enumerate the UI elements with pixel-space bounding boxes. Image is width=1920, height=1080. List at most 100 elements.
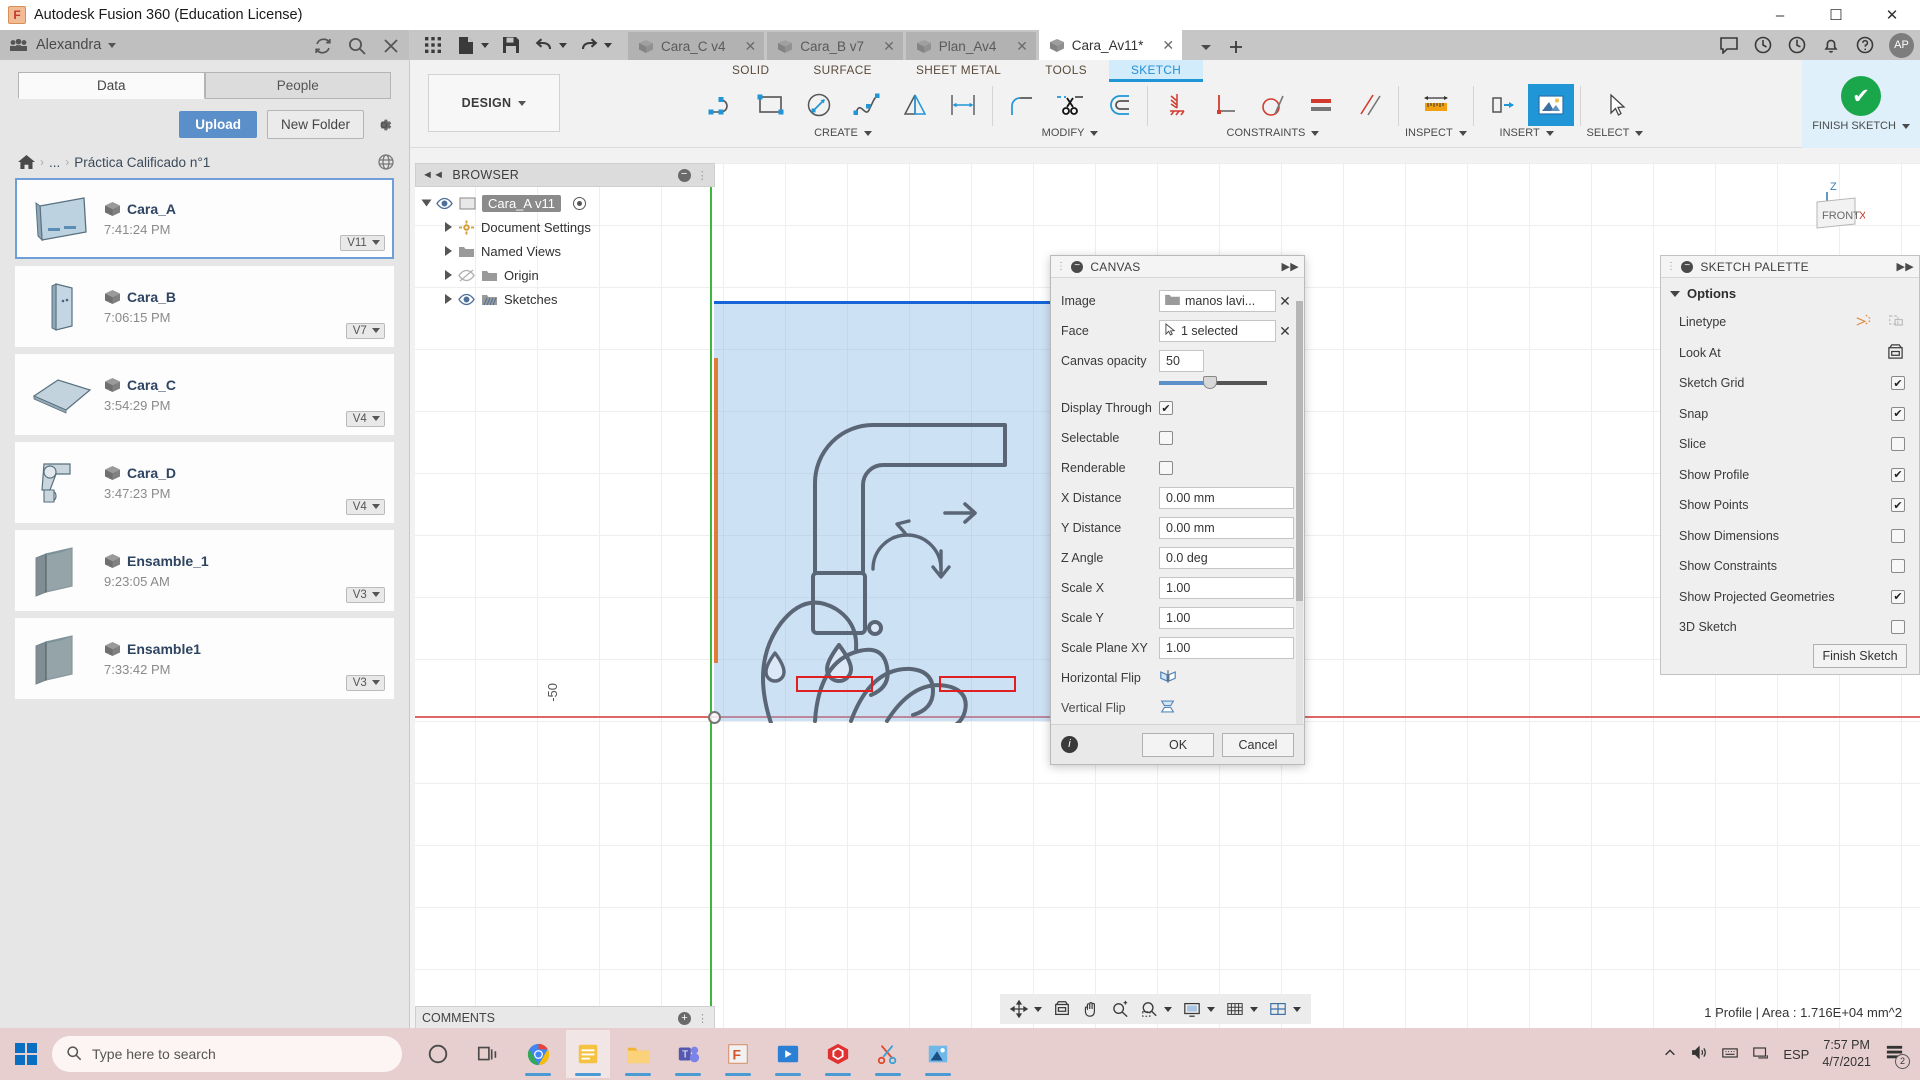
close-icon[interactable]: ✕ <box>733 38 757 55</box>
group-label-select[interactable]: SELECT <box>1587 127 1644 139</box>
line-icon[interactable] <box>700 84 746 126</box>
sketch-palette-options-header[interactable]: Options <box>1661 278 1919 307</box>
gear-icon[interactable] <box>374 115 394 135</box>
selectable-checkbox[interactable] <box>1159 431 1173 445</box>
z-angle-input[interactable]: 0.0 deg <box>1159 547 1294 569</box>
slider-knob[interactable] <box>1203 376 1217 389</box>
notifications-icon[interactable]: 2 <box>1884 1043 1910 1069</box>
group-label-finish-sketch[interactable]: FINISH SKETCH <box>1812 120 1910 132</box>
add-comment-icon[interactable]: + <box>678 1011 691 1025</box>
slice-checkbox[interactable] <box>1891 437 1905 452</box>
orbit-chevron-icon[interactable] <box>1034 1006 1042 1012</box>
help-clock-icon[interactable] <box>1781 31 1813 59</box>
tangent-icon[interactable] <box>1250 84 1296 126</box>
snap-checkbox[interactable]: ✔ <box>1891 406 1905 421</box>
grid-icon[interactable] <box>418 32 448 58</box>
finish-sketch-button[interactable]: Finish Sketch <box>1813 644 1907 668</box>
ok-button[interactable]: OK <box>1142 732 1214 757</box>
network-icon[interactable] <box>1752 1045 1770 1063</box>
workspace-switcher[interactable]: DESIGN <box>428 74 560 132</box>
expand-triangle-icon[interactable] <box>445 222 452 232</box>
zoom-icon[interactable] <box>1106 996 1134 1022</box>
list-item[interactable]: Ensamble1 7:33:42 PM V3 <box>15 618 394 699</box>
vertical-flip-icon[interactable] <box>1159 699 1177 717</box>
close-icon[interactable]: ✕ <box>1004 38 1028 55</box>
display-through-checkbox[interactable]: ✔ <box>1159 401 1173 415</box>
group-label-constraints[interactable]: CONSTRAINTS <box>1227 127 1320 139</box>
palette-collapse-icon[interactable]: − <box>1681 260 1694 273</box>
canvas-dialog-scrollbar[interactable] <box>1296 301 1303 725</box>
canvas-icon[interactable] <box>1527 84 1574 126</box>
expand-triangle-icon[interactable] <box>445 246 452 256</box>
tray-expand-chevron-icon[interactable] <box>1663 1046 1677 1063</box>
3d-sketch-checkbox[interactable] <box>1891 620 1905 635</box>
offset-icon[interactable] <box>1095 84 1141 126</box>
show-points-checkbox[interactable]: ✔ <box>1891 498 1905 513</box>
finish-check-icon[interactable]: ✔ <box>1841 76 1882 116</box>
tree-node-sketches[interactable]: Sketches <box>415 287 715 311</box>
sticky-notes-icon[interactable] <box>566 1030 610 1078</box>
info-icon[interactable]: i <box>1061 736 1078 753</box>
dimension-icon[interactable] <box>940 84 986 126</box>
media-player-icon[interactable] <box>766 1030 810 1078</box>
show-dimensions-checkbox[interactable] <box>1891 528 1905 543</box>
tab-data[interactable]: Data <box>18 72 205 99</box>
measure-icon[interactable] <box>1413 84 1459 126</box>
list-item[interactable]: Cara_B 7:06:15 PM V7 <box>15 266 394 347</box>
pan-hand-icon[interactable] <box>1077 996 1105 1022</box>
job-status-icon[interactable] <box>1747 31 1779 59</box>
display-chevron-icon[interactable] <box>1207 1006 1215 1012</box>
comments-grip-icon[interactable]: ⋮ <box>697 1012 708 1025</box>
tree-node-named-views[interactable]: Named Views <box>415 239 715 263</box>
list-item[interactable]: Cara_A 7:41:24 PM V11 <box>15 178 394 259</box>
group-label-create[interactable]: CREATE <box>814 127 872 139</box>
show-constraints-checkbox[interactable] <box>1891 559 1905 574</box>
chrome-icon[interactable] <box>516 1030 560 1078</box>
antivirus-icon[interactable] <box>816 1030 860 1078</box>
dialog-grip-icon[interactable]: ⋮ <box>1056 261 1066 272</box>
list-item[interactable]: Cara_D 3:47:23 PM V4 <box>15 442 394 523</box>
collapse-left-icon[interactable]: ◄◄ <box>422 169 444 181</box>
visibility-eye-icon[interactable] <box>458 293 475 306</box>
fix-constraint-icon[interactable] <box>1154 84 1200 126</box>
comments-bar[interactable]: COMMENTS + ⋮ <box>415 1006 715 1030</box>
clear-image-icon[interactable]: ✕ <box>1276 293 1294 310</box>
close-panel-icon[interactable] <box>381 36 399 54</box>
rectangle-icon[interactable] <box>748 84 794 126</box>
tab-people[interactable]: People <box>204 72 391 99</box>
visibility-eye-off-icon[interactable] <box>458 269 475 282</box>
show-profile-checkbox[interactable]: ✔ <box>1891 467 1905 482</box>
horizontal-flip-icon[interactable] <box>1159 669 1177 687</box>
look-at-icon[interactable] <box>1886 343 1905 363</box>
close-button[interactable]: ✕ <box>1864 0 1920 30</box>
ribbon-tab-tools[interactable]: TOOLS <box>1023 60 1109 82</box>
viewports-chevron-icon[interactable] <box>1293 1006 1301 1012</box>
scale-plane-xy-input[interactable]: 1.00 <box>1159 637 1294 659</box>
grid-chevron-icon[interactable] <box>1250 1006 1258 1012</box>
fusion360-taskbar-icon[interactable]: F <box>716 1030 760 1078</box>
canvas-opacity-input[interactable]: 50 <box>1159 350 1204 372</box>
circle-icon[interactable] <box>796 84 842 126</box>
fillet-icon[interactable] <box>999 84 1045 126</box>
photos-icon[interactable] <box>916 1030 960 1078</box>
show-projected-geometries-checkbox[interactable]: ✔ <box>1891 589 1905 604</box>
perpendicular-icon[interactable] <box>1202 84 1248 126</box>
redo-chevron-icon[interactable] <box>604 42 612 48</box>
new-folder-button[interactable]: New Folder <box>266 110 364 139</box>
cortana-icon[interactable] <box>416 1030 460 1078</box>
document-tab[interactable]: Plan_Av4 ✕ <box>905 32 1036 60</box>
canvas-opacity-slider[interactable] <box>1159 376 1267 389</box>
taskbar-search[interactable]: Type here to search <box>52 1036 402 1072</box>
file-version-badge[interactable]: V7 <box>345 323 385 339</box>
orbit-icon[interactable] <box>1005 996 1033 1022</box>
scale-x-input[interactable]: 1.00 <box>1159 577 1294 599</box>
ribbon-tab-sketch[interactable]: SKETCH <box>1108 60 1204 82</box>
ribbon-tab-surface[interactable]: SURFACE <box>791 60 894 82</box>
volume-icon[interactable] <box>1690 1044 1708 1064</box>
viewports-icon[interactable] <box>1264 996 1292 1022</box>
group-label-inspect[interactable]: INSPECT <box>1405 127 1467 139</box>
keyboard-icon[interactable] <box>1721 1045 1739 1063</box>
comments-icon[interactable] <box>1713 31 1745 59</box>
sketch-origin-point[interactable] <box>708 711 721 724</box>
file-version-badge[interactable]: V3 <box>345 675 385 691</box>
